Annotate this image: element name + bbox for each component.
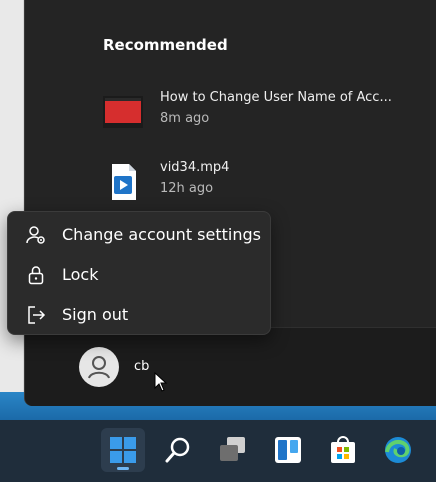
lock-icon [28, 266, 44, 285]
recommended-item-time: 12h ago [160, 181, 214, 196]
edge-icon [385, 437, 411, 463]
recommended-item[interactable]: How to Change User Name of Acc... 8m ago [103, 90, 423, 134]
search-button[interactable] [156, 428, 200, 472]
change-account-settings-item[interactable]: Change account settings [8, 214, 270, 254]
active-indicator [117, 467, 129, 470]
video-thumbnail-icon [103, 96, 143, 128]
recommended-item-name: How to Change User Name of Acc... [160, 90, 392, 105]
search-icon [165, 437, 190, 463]
task-view-icon [220, 437, 245, 461]
edge-button[interactable] [376, 428, 420, 472]
sign-out-icon [28, 306, 46, 324]
microsoft-store-button[interactable] [321, 428, 365, 472]
sign-out-item[interactable]: Sign out [8, 294, 270, 334]
mouse-cursor-icon [154, 372, 168, 392]
task-view-button[interactable] [211, 428, 255, 472]
menu-item-label: Lock [62, 265, 99, 284]
user-name[interactable]: cb [134, 359, 149, 374]
start-button[interactable] [101, 428, 145, 472]
recommended-heading: Recommended [103, 36, 228, 54]
widgets-button[interactable] [266, 428, 310, 472]
lock-item[interactable]: Lock [8, 254, 270, 294]
taskbar [0, 420, 436, 482]
menu-item-label: Change account settings [62, 225, 261, 244]
video-file-icon [112, 164, 136, 200]
recommended-item-name: vid34.mp4 [160, 160, 230, 175]
start-icon [110, 437, 136, 463]
recommended-item-time: 8m ago [160, 111, 210, 126]
recommended-item[interactable]: vid34.mp4 12h ago [103, 160, 423, 204]
account-settings-icon [26, 226, 45, 244]
start-menu: Recommended How to Change User Name of A… [24, 0, 436, 406]
widgets-icon [275, 437, 301, 463]
microsoft-store-icon [331, 436, 355, 463]
user-avatar-button[interactable] [79, 347, 119, 387]
user-avatar-icon [88, 356, 110, 379]
account-context-menu: Change account settings Lock Sign out [7, 211, 271, 335]
menu-item-label: Sign out [62, 305, 129, 324]
